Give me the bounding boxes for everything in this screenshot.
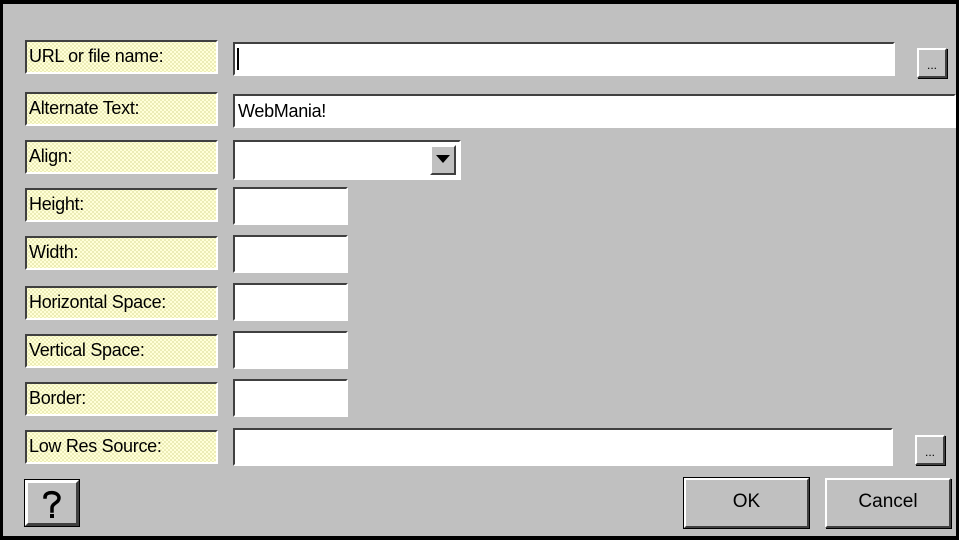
border-label: Border: <box>25 382 218 416</box>
height-label: Height: <box>25 188 218 222</box>
image-properties-dialog: URL or file name: ... Alternate Text: Al… <box>0 0 959 540</box>
vertical-space-input[interactable] <box>233 331 348 369</box>
question-mark-icon <box>43 490 61 518</box>
low-res-source-label: Low Res Source: <box>25 430 218 464</box>
alt-text-label: Alternate Text: <box>25 92 218 126</box>
width-label: Width: <box>25 236 218 270</box>
height-input[interactable] <box>233 187 348 225</box>
width-input[interactable] <box>233 235 348 273</box>
ok-button[interactable]: OK <box>683 477 810 529</box>
text-caret <box>237 48 239 70</box>
horizontal-space-label: Horizontal Space: <box>25 286 218 320</box>
help-button[interactable] <box>24 479 80 527</box>
vertical-space-label: Vertical Space: <box>25 334 218 368</box>
low-res-source-input[interactable] <box>233 428 893 466</box>
align-label: Align: <box>25 140 218 174</box>
url-browse-button[interactable]: ... <box>917 48 947 78</box>
alt-text-input[interactable] <box>233 94 956 128</box>
align-dropdown-button[interactable] <box>430 145 456 175</box>
cancel-button[interactable]: Cancel <box>825 478 951 528</box>
align-select[interactable] <box>233 140 461 180</box>
border-input[interactable] <box>233 379 348 417</box>
horizontal-space-input[interactable] <box>233 283 348 321</box>
chevron-down-icon <box>436 155 450 163</box>
low-res-browse-button[interactable]: ... <box>915 435 945 465</box>
url-label: URL or file name: <box>25 40 218 74</box>
url-input[interactable] <box>233 42 895 76</box>
